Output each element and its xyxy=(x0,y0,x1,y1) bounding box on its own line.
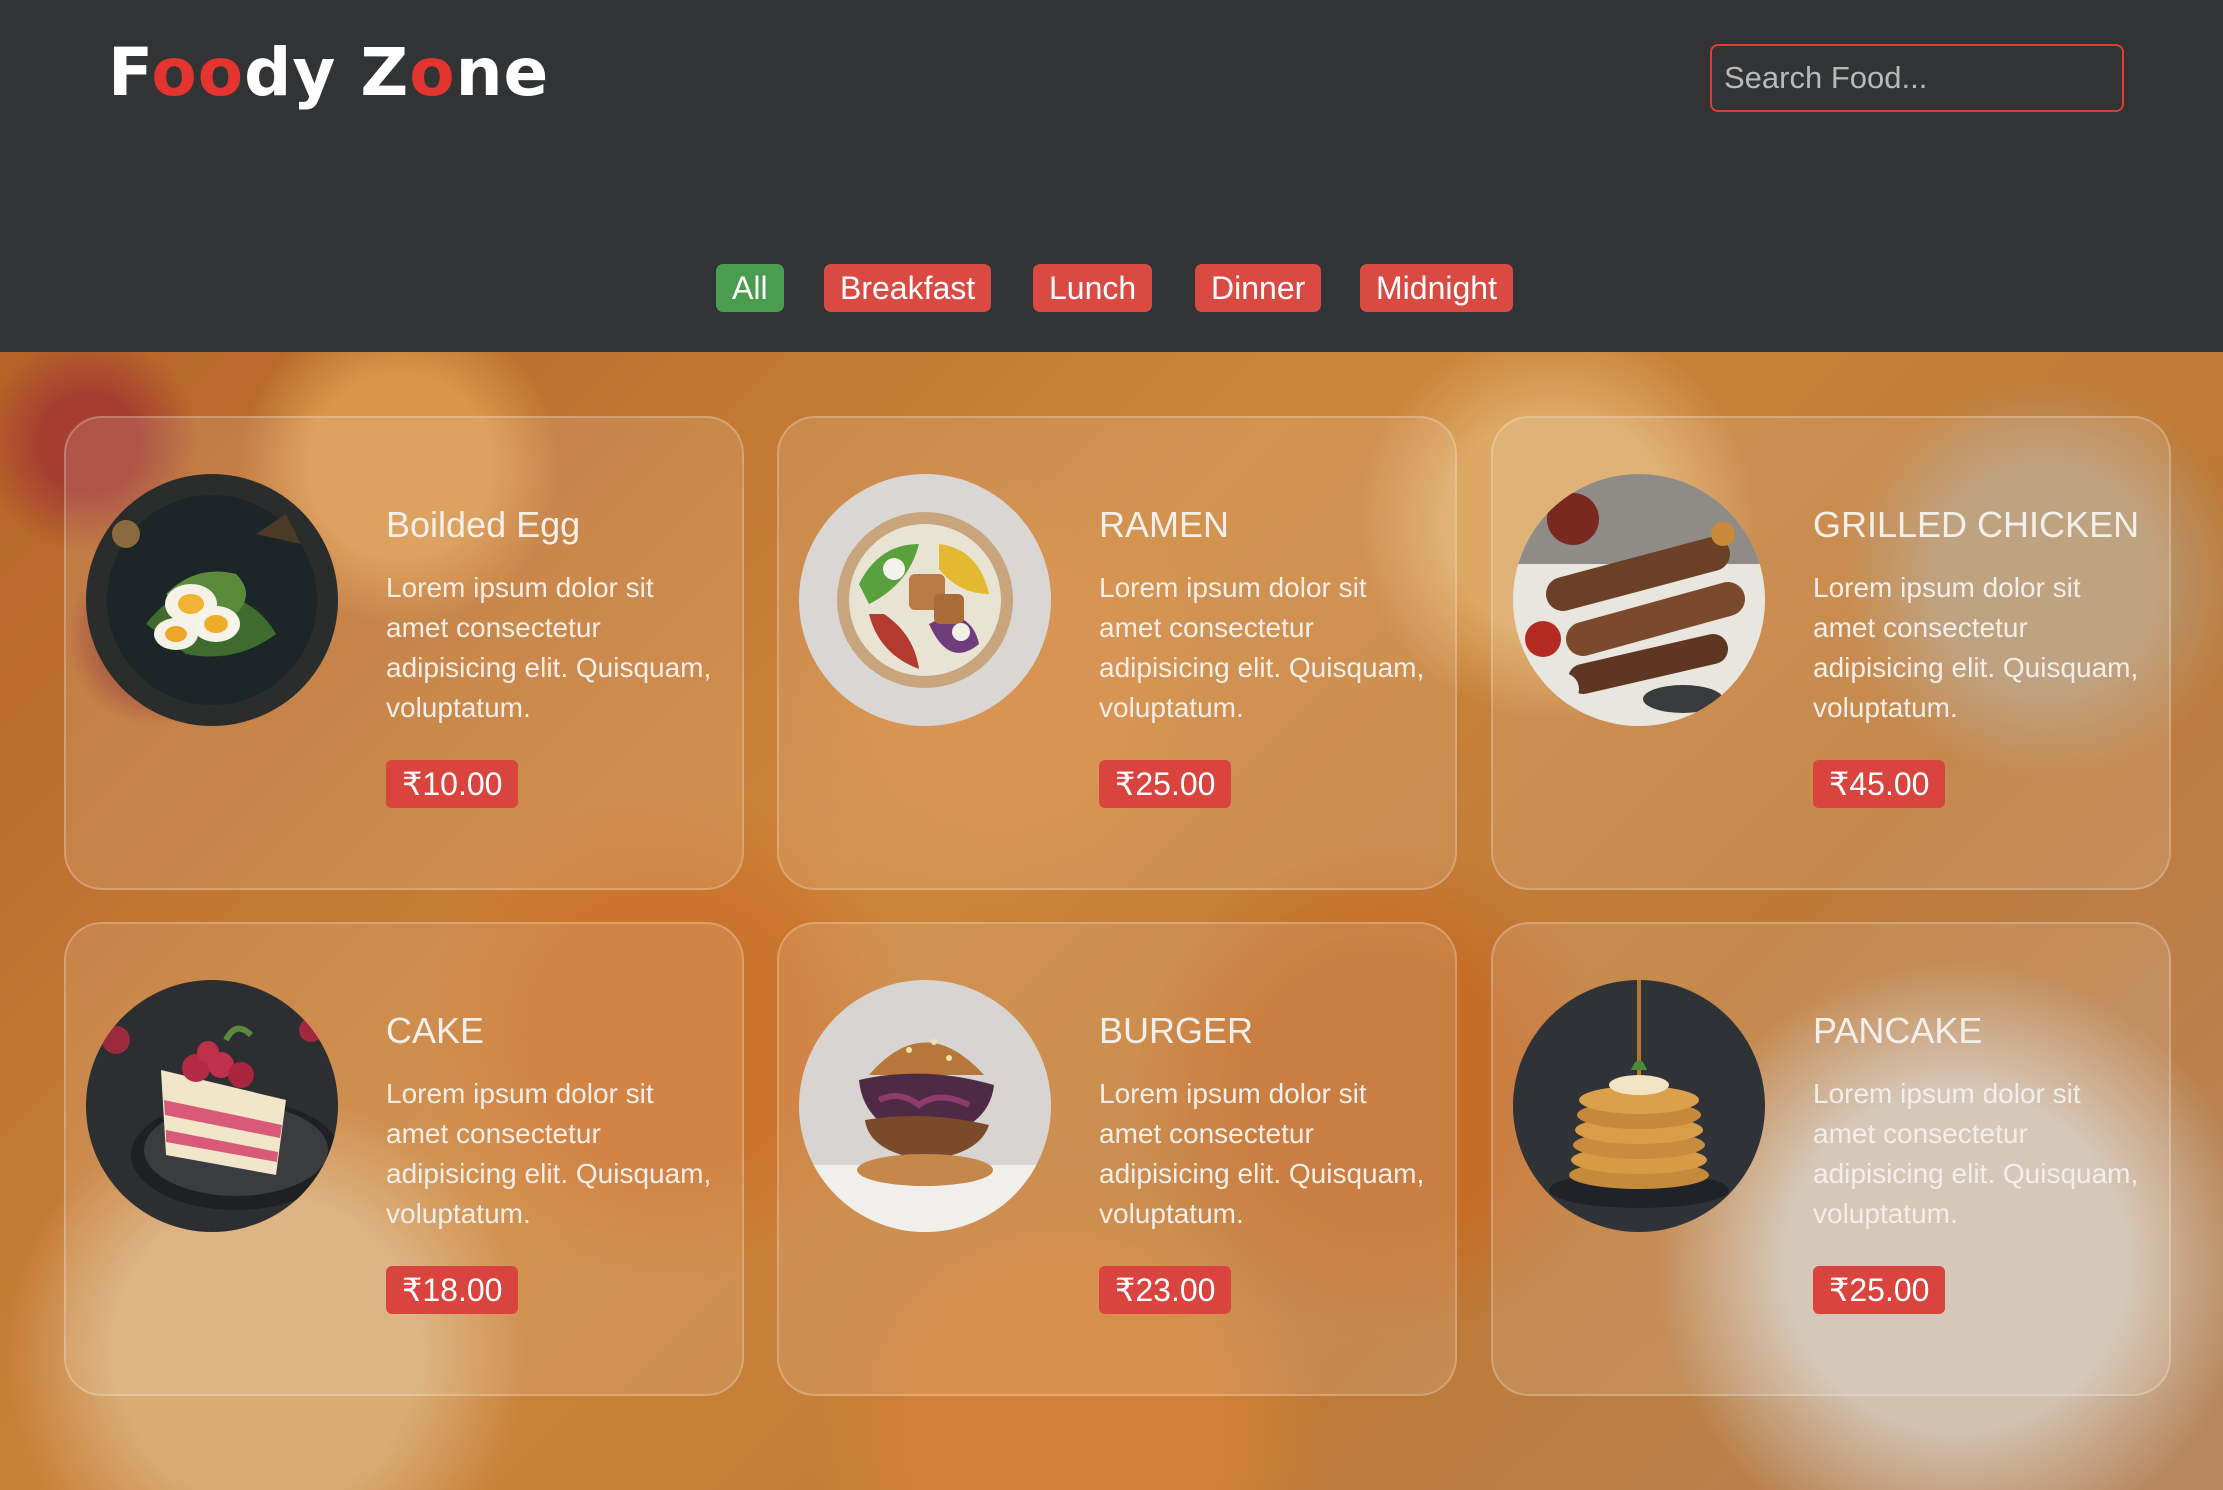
food-grid: Boilded Egg Lorem ipsum dolor sit amet c… xyxy=(0,352,2223,1490)
food-name: CAKE xyxy=(386,1010,485,1051)
logo-part: F xyxy=(108,34,152,111)
filter-breakfast-button[interactable]: Breakfast xyxy=(824,264,992,312)
search-input[interactable] xyxy=(1710,44,2124,112)
logo-part: dy Z xyxy=(244,34,410,111)
food-card[interactable]: RAMEN Lorem ipsum dolor sit amet consect… xyxy=(777,416,1457,890)
food-name: BURGER xyxy=(1099,1010,1254,1051)
filter-bar: All Breakfast Lunch Dinner Midnight xyxy=(0,264,2223,312)
boiled-egg-plate-icon xyxy=(86,474,338,726)
cake-slice-icon xyxy=(86,980,338,1232)
price-button[interactable]: ₹10.00 xyxy=(386,760,519,808)
food-name: GRILLED CHICKEN xyxy=(1813,504,2140,545)
food-card[interactable]: CAKE Lorem ipsum dolor sit amet consecte… xyxy=(64,922,744,1396)
grilled-chicken-skewers-icon xyxy=(1513,474,1765,726)
burger-icon xyxy=(799,980,1051,1232)
logo-part: ne xyxy=(455,34,550,111)
food-name: PANCAKE xyxy=(1813,1010,1983,1051)
price-button[interactable]: ₹23.00 xyxy=(1099,1266,1232,1314)
header: Foody Zone All Breakfast Lunch Dinner Mi… xyxy=(0,0,2223,352)
food-name: RAMEN xyxy=(1099,504,1230,545)
food-description: Lorem ipsum dolor sit amet consectetur a… xyxy=(386,572,712,723)
logo-part: o xyxy=(409,34,456,111)
food-card[interactable]: GRILLED CHICKEN Lorem ipsum dolor sit am… xyxy=(1491,416,2171,890)
price-button[interactable]: ₹25.00 xyxy=(1099,760,1232,808)
food-card[interactable]: PANCAKE Lorem ipsum dolor sit amet conse… xyxy=(1491,922,2171,1396)
salad-bowl-icon xyxy=(799,474,1051,726)
filter-lunch-button[interactable]: Lunch xyxy=(1033,264,1153,312)
price-button[interactable]: ₹18.00 xyxy=(386,1266,519,1314)
filter-all-button[interactable]: All xyxy=(716,264,784,312)
price-button[interactable]: ₹45.00 xyxy=(1813,760,1946,808)
food-name: Boilded Egg xyxy=(386,504,581,545)
pancake-stack-icon xyxy=(1513,980,1765,1232)
food-card[interactable]: Boilded Egg Lorem ipsum dolor sit amet c… xyxy=(64,416,744,890)
logo: Foody Zone xyxy=(108,34,549,111)
logo-part: oo xyxy=(151,34,245,111)
price-button[interactable]: ₹25.00 xyxy=(1813,1266,1946,1314)
food-description: Lorem ipsum dolor sit amet consectetur a… xyxy=(1099,572,1425,723)
food-description: Lorem ipsum dolor sit amet consectetur a… xyxy=(1099,1078,1425,1229)
food-description: Lorem ipsum dolor sit amet consectetur a… xyxy=(386,1078,712,1229)
food-description: Lorem ipsum dolor sit amet consectetur a… xyxy=(1813,572,2139,723)
food-card[interactable]: BURGER Lorem ipsum dolor sit amet consec… xyxy=(777,922,1457,1396)
filter-dinner-button[interactable]: Dinner xyxy=(1195,264,1322,312)
filter-midnight-button[interactable]: Midnight xyxy=(1360,264,1513,312)
food-description: Lorem ipsum dolor sit amet consectetur a… xyxy=(1813,1078,2139,1229)
